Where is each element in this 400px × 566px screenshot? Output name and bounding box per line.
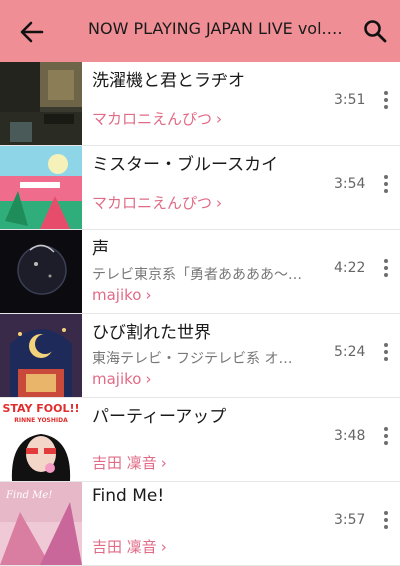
chevron-right-icon: › [216, 110, 223, 128]
track-title: 洗濯機と君とラヂオ [92, 71, 245, 91]
track-row[interactable]: STAY FOOL!! RINNE YOSHIDA パーティーアップ 吉田 凜音… [0, 398, 400, 482]
more-options-button[interactable] [380, 172, 392, 196]
track-row[interactable]: 洗濯機と君とラヂオ マカロニえんぴつ › 3:51 [0, 62, 400, 146]
chevron-right-icon: › [145, 286, 152, 304]
track-duration: 4:22 [334, 260, 366, 276]
artist-link[interactable]: majiko › [92, 370, 151, 388]
track-title: ミスター・ブルースカイ [92, 155, 279, 175]
track-title: Find Me! [92, 486, 165, 506]
more-options-button[interactable] [380, 88, 392, 112]
track-title: パーティーアップ [92, 407, 227, 427]
track-subtitle: テレビ東京系「勇者ああああ～… [92, 267, 302, 283]
track-row[interactable]: Find Me! Find Me! 吉田 凜音 › 3:57 [0, 482, 400, 566]
chevron-right-icon: › [160, 454, 167, 472]
album-art: Find Me! [0, 482, 82, 565]
chevron-right-icon: › [216, 194, 223, 212]
artist-name: 吉田 凜音 [92, 538, 157, 556]
more-options-button[interactable] [380, 508, 392, 532]
artist-link[interactable]: 吉田 凜音 › [92, 452, 167, 473]
track-duration: 3:54 [334, 176, 366, 192]
album-art [0, 62, 82, 145]
track-row[interactable]: ミスター・ブルースカイ マカロニえんぴつ › 3:54 [0, 146, 400, 230]
track-list: 洗濯機と君とラヂオ マカロニえんぴつ › 3:51 ミスター・ブルースカイ マカロ… [0, 62, 400, 566]
chevron-right-icon: › [160, 538, 167, 556]
search-button[interactable] [362, 18, 388, 44]
track-duration: 3:57 [334, 512, 366, 528]
album-art [0, 146, 82, 229]
artist-link[interactable]: マカロニえんぴつ › [92, 192, 222, 213]
app-bar: NOW PLAYING JAPAN LIVE vol.… [0, 0, 400, 62]
back-button[interactable] [18, 18, 46, 46]
track-title: 声 [92, 239, 109, 259]
artist-link[interactable]: 吉田 凜音 › [92, 536, 167, 557]
art-lettering: RINNE YOSHIDA [14, 417, 68, 424]
track-duration: 3:48 [334, 428, 366, 444]
page-title: NOW PLAYING JAPAN LIVE vol.… [88, 19, 343, 38]
artist-link[interactable]: マカロニえんぴつ › [92, 108, 222, 129]
more-options-button[interactable] [380, 256, 392, 280]
more-options-button[interactable] [380, 424, 392, 448]
search-icon [364, 20, 387, 43]
track-row[interactable]: 声 テレビ東京系「勇者ああああ～… majiko › 4:22 [0, 230, 400, 314]
artist-link[interactable]: majiko › [92, 286, 151, 304]
album-art: STAY FOOL!! RINNE YOSHIDA [0, 398, 82, 481]
artist-name: マカロニえんぴつ [92, 110, 213, 128]
artist-name: 吉田 凜音 [92, 454, 157, 472]
album-art [0, 314, 82, 397]
track-title: ひび割れた世界 [92, 323, 211, 343]
arrow-left-icon [20, 21, 44, 43]
artist-name: majiko [92, 286, 142, 304]
track-subtitle: 東海テレビ・フジテレビ系 オ… [92, 351, 293, 367]
art-lettering: STAY FOOL!! [2, 402, 79, 415]
track-duration: 5:24 [334, 344, 366, 360]
chevron-right-icon: › [145, 370, 152, 388]
art-lettering: Find Me! [5, 490, 52, 501]
album-art [0, 230, 82, 313]
track-row[interactable]: ひび割れた世界 東海テレビ・フジテレビ系 オ… majiko › 5:24 [0, 314, 400, 398]
artist-name: マカロニえんぴつ [92, 194, 213, 212]
artist-name: majiko [92, 370, 142, 388]
track-duration: 3:51 [334, 92, 366, 108]
more-options-button[interactable] [380, 340, 392, 364]
